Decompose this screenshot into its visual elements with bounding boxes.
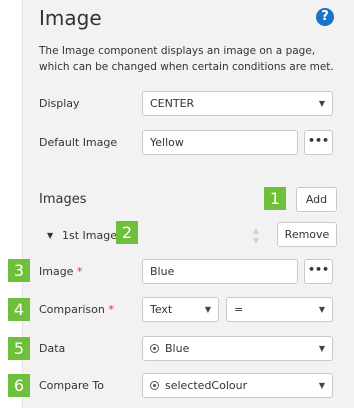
callout-badge-1: 1	[264, 187, 286, 210]
add-image-button[interactable]: Add	[296, 187, 337, 212]
chevron-down-icon: ▼	[318, 99, 325, 108]
chevron-down-icon: ▼	[318, 381, 325, 390]
comparison-operator-select[interactable]: = ▼	[226, 297, 333, 322]
variable-icon	[150, 381, 159, 390]
compare-to-label: Compare To	[39, 379, 104, 392]
image-label: Image *	[39, 265, 83, 278]
help-icon[interactable]: ?	[316, 8, 334, 26]
images-section-title: Images	[39, 192, 87, 207]
image-field[interactable]: Blue	[142, 259, 298, 284]
comparison-label: Comparison *	[39, 303, 114, 316]
reorder-arrows-icon[interactable]: ▲ ▼	[250, 226, 262, 246]
display-select[interactable]: CENTER ▼	[142, 91, 333, 116]
component-description: The Image component displays an image on…	[39, 45, 334, 73]
first-image-label[interactable]: 1st Image	[62, 229, 117, 242]
callout-badge-6: 6	[8, 374, 30, 397]
display-label: Display	[39, 97, 80, 110]
callout-badge-2: 2	[116, 221, 138, 244]
chevron-down-icon: ▼	[318, 344, 325, 353]
callout-badge-5: 5	[8, 337, 30, 360]
default-image-label: Default Image	[39, 136, 118, 149]
comparison-operator-value: =	[234, 303, 244, 316]
panel-title: Image	[39, 6, 102, 30]
data-value: Blue	[165, 342, 190, 355]
display-value: CENTER	[150, 97, 195, 110]
default-image-field[interactable]: Yellow	[142, 130, 298, 155]
chevron-down-icon: ▼	[204, 305, 211, 314]
remove-image-button[interactable]: Remove	[277, 222, 337, 247]
collapse-triangle-icon[interactable]: ▼	[47, 231, 53, 240]
image-more-button[interactable]: •••	[304, 259, 333, 284]
data-label: Data	[39, 342, 66, 355]
data-select[interactable]: Blue ▼	[142, 336, 333, 361]
compare-to-select[interactable]: selectedColour ▼	[142, 373, 333, 398]
chevron-down-icon: ▼	[318, 305, 325, 314]
comparison-type-value: Text	[150, 303, 173, 316]
variable-icon	[150, 344, 159, 353]
callout-badge-3: 3	[8, 259, 30, 282]
compare-to-value: selectedColour	[165, 379, 248, 392]
callout-badge-4: 4	[8, 298, 30, 321]
comparison-type-select[interactable]: Text ▼	[142, 297, 219, 322]
default-image-more-button[interactable]: •••	[304, 130, 333, 155]
